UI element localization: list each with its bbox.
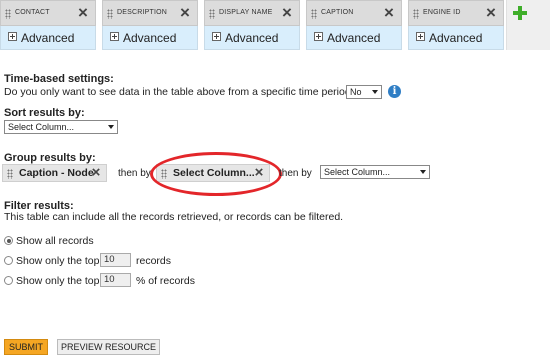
radio-top-records-label: Show only the top <box>16 255 100 267</box>
column-description: DESCRIPTION × Advanced <box>102 0 198 50</box>
submit-button[interactable]: SUBMIT <box>4 339 48 355</box>
advanced-label: Advanced <box>21 31 75 45</box>
group-column-select[interactable]: Select Column... <box>320 165 430 179</box>
drag-handle-icon[interactable] <box>209 9 215 19</box>
column-header[interactable]: DESCRIPTION × <box>102 0 198 26</box>
advanced-toggle[interactable]: Advanced <box>408 26 504 50</box>
advanced-toggle[interactable]: Advanced <box>204 26 300 50</box>
remove-column-icon[interactable]: × <box>381 4 397 21</box>
remove-column-icon[interactable]: × <box>279 4 295 21</box>
column-engine-id: ENGINE ID × Advanced <box>408 0 504 50</box>
column-header[interactable]: CONTACT × <box>0 0 96 26</box>
advanced-toggle[interactable]: Advanced <box>0 26 96 50</box>
drag-handle-icon[interactable] <box>7 169 13 179</box>
add-column-plus-icon[interactable] <box>513 6 527 20</box>
expand-icon[interactable] <box>212 32 221 41</box>
advanced-label: Advanced <box>327 31 381 45</box>
chevron-down-icon <box>108 125 114 129</box>
top-records-input[interactable]: 10 <box>100 253 131 267</box>
records-label: records <box>136 255 172 267</box>
remove-column-icon[interactable]: × <box>483 4 499 21</box>
remove-column-icon[interactable]: × <box>177 4 193 21</box>
drag-handle-icon[interactable] <box>413 9 419 19</box>
remove-group-icon[interactable]: × <box>88 165 104 181</box>
highlight-circle-annotation <box>150 152 282 196</box>
group-heading: Group results by: <box>4 152 96 164</box>
expand-icon[interactable] <box>8 32 17 41</box>
expand-icon[interactable] <box>110 32 119 41</box>
time-period-select[interactable]: No <box>346 85 382 99</box>
advanced-label: Advanced <box>225 31 279 45</box>
drag-handle-icon[interactable] <box>311 9 317 19</box>
filter-description: This table can include all the records r… <box>4 211 344 223</box>
then-by-label: then by <box>118 168 151 179</box>
expand-icon[interactable] <box>416 32 425 41</box>
advanced-toggle[interactable]: Advanced <box>306 26 402 50</box>
group-chip-caption-node[interactable]: Caption - Node × <box>2 164 107 182</box>
column-header[interactable]: DISPLAY NAME × <box>204 0 300 26</box>
advanced-label: Advanced <box>429 31 483 45</box>
column-header[interactable]: ENGINE ID × <box>408 0 504 26</box>
advanced-toggle[interactable]: Advanced <box>102 26 198 50</box>
column-title: CAPTION <box>321 9 354 16</box>
advanced-label: Advanced <box>123 31 177 45</box>
drag-handle-icon[interactable] <box>5 9 11 19</box>
radio-top-records[interactable] <box>4 256 13 265</box>
radio-top-percent[interactable] <box>4 276 13 285</box>
column-caption: CAPTION × Advanced <box>306 0 402 50</box>
time-period-value: No <box>350 87 362 97</box>
then-by-label: then by <box>279 168 312 179</box>
top-percent-input[interactable]: 10 <box>100 273 131 287</box>
radio-top-percent-label: Show only the top <box>16 275 100 287</box>
radio-show-all-label: Show all records <box>16 235 94 247</box>
time-settings-heading: Time-based settings: <box>4 73 114 85</box>
column-title: DISPLAY NAME <box>219 9 273 16</box>
sort-column-select[interactable]: Select Column... <box>4 120 118 134</box>
radio-show-all[interactable] <box>4 236 13 245</box>
column-header[interactable]: CAPTION × <box>306 0 402 26</box>
column-title: DESCRIPTION <box>117 9 168 16</box>
sort-heading: Sort results by: <box>4 107 85 119</box>
group-chip-label: Caption - Node <box>19 167 94 179</box>
expand-icon[interactable] <box>314 32 323 41</box>
add-column-area <box>506 0 550 50</box>
column-contact: CONTACT × Advanced <box>0 0 96 50</box>
info-icon[interactable]: i <box>388 85 401 98</box>
chevron-down-icon <box>420 170 426 174</box>
chevron-down-icon <box>372 90 378 94</box>
group-column-value: Select Column... <box>324 167 391 177</box>
time-settings-question: Do you only want to see data in the tabl… <box>4 86 357 98</box>
sort-column-value: Select Column... <box>8 122 75 132</box>
column-display-name: DISPLAY NAME × Advanced <box>204 0 300 50</box>
column-header-strip: CONTACT × Advanced DESCRIPTION × Advance… <box>0 0 550 52</box>
preview-resource-button[interactable]: PREVIEW RESOURCE <box>57 339 160 355</box>
remove-column-icon[interactable]: × <box>75 4 91 21</box>
column-title: CONTACT <box>15 9 50 16</box>
drag-handle-icon[interactable] <box>107 9 113 19</box>
column-title: ENGINE ID <box>423 9 461 16</box>
percent-records-label: % of records <box>136 275 195 287</box>
